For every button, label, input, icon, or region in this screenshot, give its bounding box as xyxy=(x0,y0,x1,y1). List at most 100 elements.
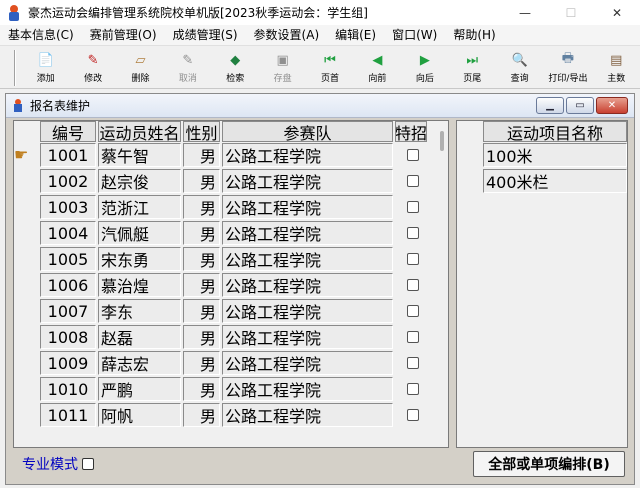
cell-id[interactable]: 1001 xyxy=(40,143,96,167)
pro-mode-checkbox[interactable] xyxy=(82,458,94,470)
registration-window: 报名表维护 ▁ ▭ ✕ 编号 运动员姓名 性别 参赛队 特招 ☛ 1001 蔡午智男公路工程学… xyxy=(5,93,635,485)
maximize-button[interactable]: ☐ xyxy=(548,0,594,25)
cell-id[interactable]: 1007 xyxy=(40,299,96,323)
menu-help[interactable]: 帮助(H) xyxy=(445,25,503,46)
header-athlete-name[interactable]: 运动员姓名 xyxy=(98,121,181,142)
menu-basic-info[interactable]: 基本信息(C) xyxy=(0,25,82,46)
toolbar-button-last[interactable]: ⏭ 页尾 xyxy=(449,47,496,87)
header-sex[interactable]: 性别 xyxy=(183,121,220,142)
toolbar-button-next[interactable]: ▶ 向后 xyxy=(401,47,448,87)
inner-close-button[interactable]: ✕ xyxy=(596,97,628,114)
cell-id[interactable]: 1003 xyxy=(40,195,96,219)
menu-scores[interactable]: 成绩管理(S) xyxy=(165,25,246,46)
cell-team[interactable]: 公路工程学院 xyxy=(222,143,393,167)
menu-edit[interactable]: 编辑(E) xyxy=(327,25,384,46)
special-checkbox[interactable] xyxy=(407,409,419,421)
cell-sex[interactable]: 男 xyxy=(183,195,220,219)
cell-name[interactable]: 李东 xyxy=(98,299,181,323)
cell-name[interactable]: 阿帆 xyxy=(98,403,181,427)
cell-name[interactable]: 宋东勇 xyxy=(98,247,181,271)
cell-id[interactable]: 1011 xyxy=(40,403,96,427)
cell-sex[interactable]: 男 xyxy=(183,143,220,167)
cell-name[interactable]: 薛志宏 xyxy=(98,351,181,375)
cell-id[interactable]: 1004 xyxy=(40,221,96,245)
cell-id[interactable]: 1009 xyxy=(40,351,96,375)
cell-sex[interactable]: 男 xyxy=(183,247,220,271)
cell-team[interactable]: 公路工程学院 xyxy=(222,377,393,401)
header-id[interactable]: 编号 xyxy=(40,121,96,142)
events-grid[interactable]: 运动项目名称 100米 400米栏 xyxy=(456,120,628,448)
cell-id[interactable]: 1008 xyxy=(40,325,96,349)
event-item[interactable]: 400米栏 xyxy=(483,169,627,193)
athlete-grid[interactable]: 编号 运动员姓名 性别 参赛队 特招 ☛ 1001 蔡午智男公路工程学院 1002 赵宗俊男公路工… xyxy=(13,120,449,448)
toolbar-button-first[interactable]: ⏮ 页首 xyxy=(306,47,353,87)
cell-sex[interactable]: 男 xyxy=(183,169,220,193)
close-button[interactable]: ✕ xyxy=(594,0,640,25)
cell-sex[interactable]: 男 xyxy=(183,299,220,323)
cell-team[interactable]: 公路工程学院 xyxy=(222,247,393,271)
special-checkbox[interactable] xyxy=(407,331,419,343)
grid-scrollbar-thumb[interactable] xyxy=(440,131,444,151)
cell-sex[interactable]: 男 xyxy=(183,351,220,375)
toolbar-button-add-doc[interactable]: 📄 添加 xyxy=(22,47,69,87)
cell-team[interactable]: 公路工程学院 xyxy=(222,403,393,427)
toolbar-button-query[interactable]: 🔍 查询 xyxy=(496,47,543,87)
cell-team[interactable]: 公路工程学院 xyxy=(222,325,393,349)
toolbar-button-cancel[interactable]: ✎ 取消 xyxy=(164,47,211,87)
cell-name[interactable]: 慕治煌 xyxy=(98,273,181,297)
cell-team[interactable]: 公路工程学院 xyxy=(222,351,393,375)
event-item[interactable]: 100米 xyxy=(483,143,627,167)
cell-sex[interactable]: 男 xyxy=(183,273,220,297)
toolbar-label: 存盘 xyxy=(273,74,292,84)
inner-restore-button[interactable]: ▭ xyxy=(566,97,594,114)
special-checkbox[interactable] xyxy=(407,305,419,317)
cell-name[interactable]: 赵宗俊 xyxy=(98,169,181,193)
cell-team[interactable]: 公路工程学院 xyxy=(222,273,393,297)
special-checkbox[interactable] xyxy=(407,201,419,213)
cell-name[interactable]: 赵磊 xyxy=(98,325,181,349)
cell-sex[interactable]: 男 xyxy=(183,221,220,245)
toolbar-button-edit[interactable]: ✎ 修改 xyxy=(69,47,116,87)
toolbar-button-prev[interactable]: ◀ 向前 xyxy=(354,47,401,87)
menu-pre-match[interactable]: 赛前管理(O) xyxy=(82,25,165,46)
special-checkbox[interactable] xyxy=(407,227,419,239)
special-checkbox[interactable] xyxy=(407,383,419,395)
toolbar-button-print[interactable]: 🖶 打印/导出 xyxy=(543,47,592,87)
special-checkbox[interactable] xyxy=(407,357,419,369)
toolbar-button-search[interactable]: ◆ 检索 xyxy=(212,47,259,87)
cell-id[interactable]: 1010 xyxy=(40,377,96,401)
special-checkbox[interactable] xyxy=(407,253,419,265)
header-team[interactable]: 参赛队 xyxy=(222,121,393,142)
arrange-button[interactable]: 全部或单项编排(B) xyxy=(473,451,625,477)
toolbar-label: 打印/导出 xyxy=(548,74,588,84)
cell-name[interactable]: 范浙江 xyxy=(98,195,181,219)
header-special[interactable]: 特招 xyxy=(395,121,427,142)
cell-sex[interactable]: 男 xyxy=(183,377,220,401)
cell-id[interactable]: 1002 xyxy=(40,169,96,193)
cell-name[interactable]: 蔡午智 xyxy=(98,143,181,167)
toolbar-button-save[interactable]: ▣ 存盘 xyxy=(259,47,306,87)
special-checkbox[interactable] xyxy=(407,279,419,291)
cell-name[interactable]: 汽佩艇 xyxy=(98,221,181,245)
cell-sex[interactable]: 男 xyxy=(183,403,220,427)
cell-team[interactable]: 公路工程学院 xyxy=(222,169,393,193)
cell-id[interactable]: 1005 xyxy=(40,247,96,271)
menu-window[interactable]: 窗口(W) xyxy=(384,25,445,46)
cell-team[interactable]: 公路工程学院 xyxy=(222,195,393,219)
menu-parameters[interactable]: 参数设置(A) xyxy=(246,25,328,46)
cell-sex[interactable]: 男 xyxy=(183,325,220,349)
special-checkbox[interactable] xyxy=(407,149,419,161)
cell-team[interactable]: 公路工程学院 xyxy=(222,221,393,245)
cell-id[interactable]: 1006 xyxy=(40,273,96,297)
toolbar-label: 删除 xyxy=(131,74,150,84)
cell-team[interactable]: 公路工程学院 xyxy=(222,299,393,323)
special-checkbox[interactable] xyxy=(407,175,419,187)
toolbar-button-data[interactable]: ▤ 主数 xyxy=(593,47,640,87)
toolbar-label: 页首 xyxy=(321,74,340,84)
pro-mode-toggle[interactable]: 专业模式 xyxy=(22,454,94,474)
minimize-button[interactable]: — xyxy=(502,0,548,25)
toolbar-button-eraser[interactable]: ▱ 删除 xyxy=(117,47,164,87)
toolbar-label: 检索 xyxy=(226,74,245,84)
inner-minimize-button[interactable]: ▁ xyxy=(536,97,564,114)
cell-name[interactable]: 严鹏 xyxy=(98,377,181,401)
